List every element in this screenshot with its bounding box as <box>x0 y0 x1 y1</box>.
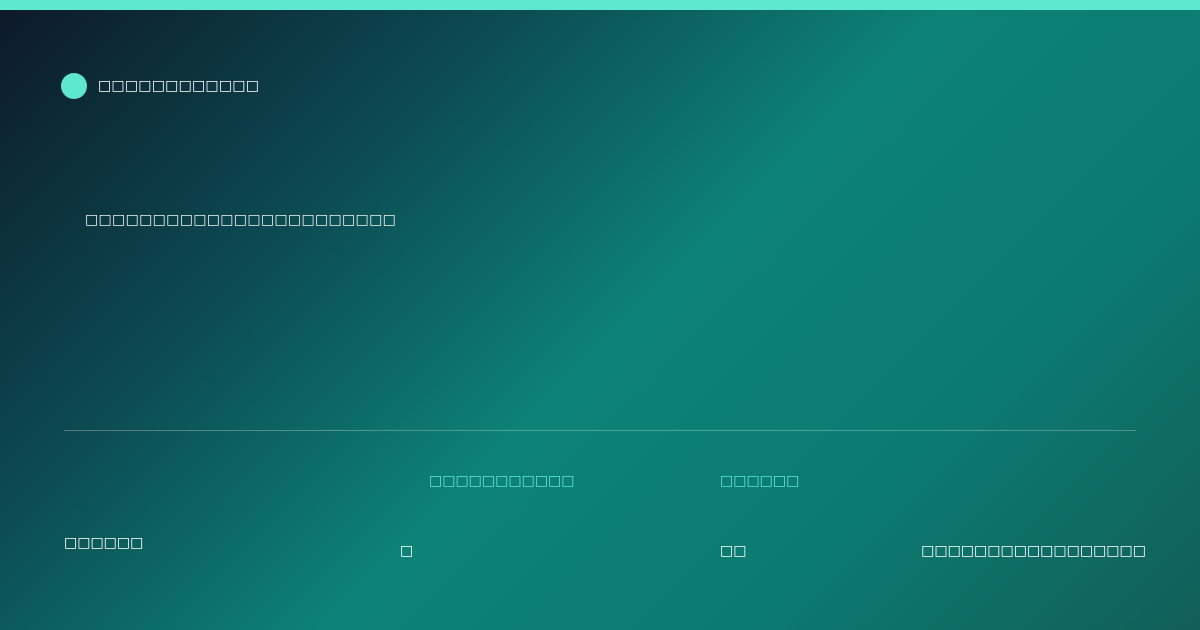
stat-value-b: □□ <box>720 543 747 559</box>
stat-value-a: □ <box>400 543 414 559</box>
stat-label-a: □□□□□□□□□□□ <box>429 473 575 489</box>
brand-logo-dot <box>61 73 87 99</box>
stat-label-b: □□□□□□ <box>720 473 800 489</box>
stat-value-right: □□□□□□□□□□□□□□□□□ <box>921 543 1146 559</box>
brand: □□□□□□□□□□□□ <box>61 73 259 99</box>
stat-value-left: □□□□□□ <box>64 535 144 551</box>
brand-name: □□□□□□□□□□□□ <box>98 78 260 94</box>
headline-text: □□□□□□□□□□□□□□□□□□□□□□□ <box>85 212 397 228</box>
top-accent-bar <box>0 0 1200 10</box>
section-divider <box>64 430 1136 431</box>
